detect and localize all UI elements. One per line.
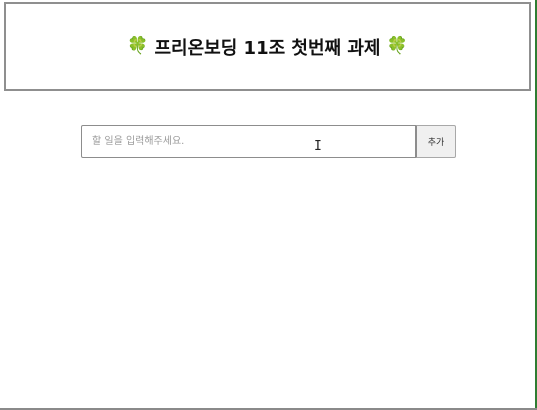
clover-left-icon: 🍀 <box>127 36 149 56</box>
page-title: 프리온보딩 11조 첫번째 과제 <box>154 37 381 59</box>
text-cursor-icon: I <box>314 139 322 154</box>
todo-form: 추가 <box>81 125 456 158</box>
todo-input[interactable] <box>81 125 416 158</box>
app-header: 🍀 프리온보딩 11조 첫번째 과제 🍀 <box>4 2 531 91</box>
todo-app-page: 🍀 프리온보딩 11조 첫번째 과제 🍀 추가 I <box>0 0 537 410</box>
add-todo-button[interactable]: 추가 <box>416 125 456 158</box>
clover-right-icon: 🍀 <box>386 36 408 56</box>
